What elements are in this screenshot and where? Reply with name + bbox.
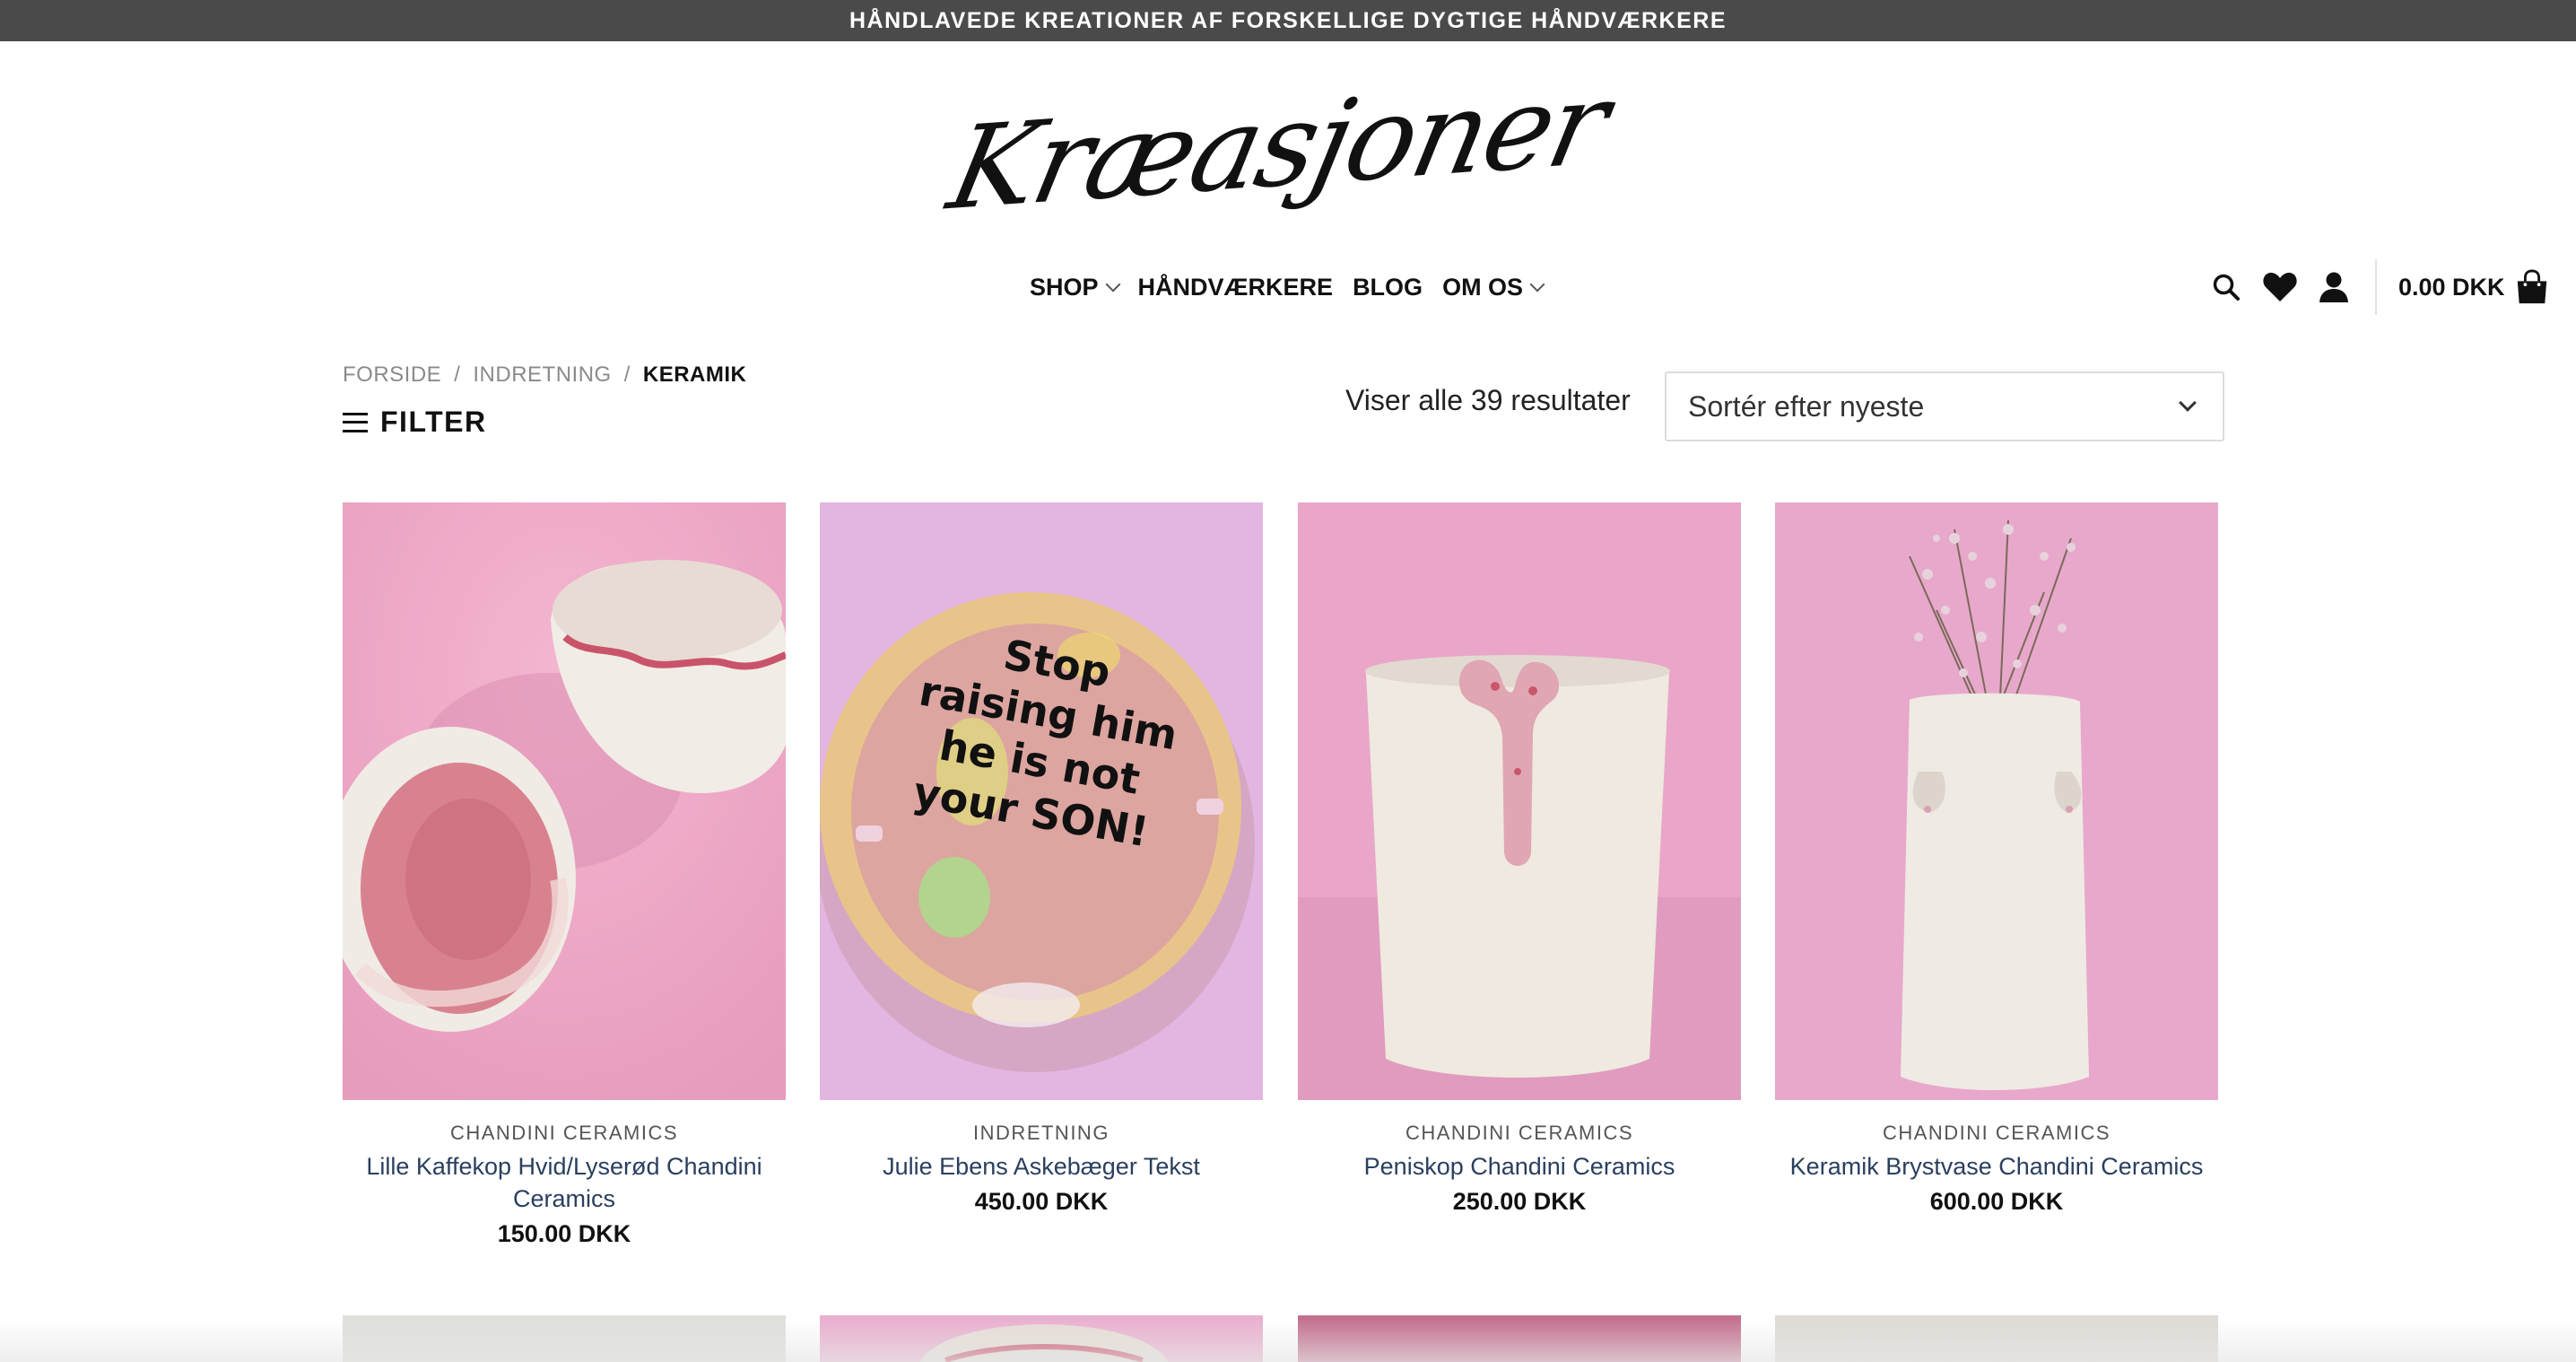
- sort-selected: Sortér efter nyeste: [1688, 389, 1925, 423]
- product-image[interactable]: [1775, 502, 2218, 1100]
- filter-label: FILTER: [380, 406, 487, 438]
- product-image[interactable]: [343, 1315, 786, 1362]
- product-price: 250.00 DKK: [1452, 1188, 1587, 1215]
- nav-item-haandvaerkere[interactable]: HÅNDVÆRKERE: [1138, 274, 1334, 301]
- product-card[interactable]: CHANDINI CERAMICS Keramik Brystvase Chan…: [1775, 502, 2218, 1216]
- sort-select[interactable]: Sortér efter nyeste: [1665, 371, 2224, 441]
- nav-label-haandvaerkere: HÅNDVÆRKERE: [1137, 273, 1334, 301]
- product-image[interactable]: [1775, 1315, 2218, 1362]
- chevron-down-icon: [1105, 276, 1121, 292]
- product-image[interactable]: [343, 502, 786, 1100]
- chevron-down-icon: [2179, 394, 2197, 412]
- product-image[interactable]: [820, 1315, 1263, 1362]
- product-card[interactable]: CHANDINI CERAMICS Lille Kaffekop Hvid/Ly…: [343, 502, 786, 1248]
- announcement-text: HÅNDLAVEDE KREATIONER AF FORSKELLIGE DYG…: [849, 7, 1727, 33]
- breadcrumb-item-forside[interactable]: FORSIDE: [343, 362, 441, 388]
- search-icon[interactable]: [2208, 269, 2244, 305]
- product-image[interactable]: [1298, 502, 1741, 1100]
- product-category[interactable]: CHANDINI CERAMICS: [1298, 1122, 1741, 1145]
- nav-item-shop[interactable]: SHOP: [1030, 273, 1121, 301]
- breadcrumb-item-indretning[interactable]: INDRETNING: [473, 362, 611, 388]
- nav-item-om-os[interactable]: OM OS: [1442, 273, 1545, 301]
- product-image[interactable]: [1298, 1315, 1741, 1362]
- product-name[interactable]: Lille Kaffekop Hvid/Lyserød Chandini Cer…: [343, 1150, 786, 1215]
- logo-text: Kræasjoner: [938, 57, 1618, 236]
- breadcrumb-item-current: KERAMIK: [642, 362, 747, 387]
- product-price: 150.00 DKK: [497, 1220, 631, 1247]
- product-card[interactable]: CHANDINI CERAMICS Peniskop Chandini Cera…: [1298, 502, 1741, 1216]
- main-nav: SHOP HÅNDVÆRKERE BLOG OM OS: [1030, 266, 1562, 309]
- announcement-bar: HÅNDLAVEDE KREATIONER AF FORSKELLIGE DYG…: [0, 0, 2576, 41]
- product-category[interactable]: CHANDINI CERAMICS: [343, 1122, 786, 1145]
- site-logo[interactable]: Kræasjoner: [939, 52, 1618, 240]
- chevron-down-icon: [1529, 276, 1545, 292]
- user-icon[interactable]: [2316, 269, 2352, 305]
- header-actions: 0.00 DKK: [2208, 259, 2550, 315]
- nav-item-blog[interactable]: BLOG: [1353, 274, 1423, 301]
- nav-label-blog: BLOG: [1353, 273, 1423, 301]
- product-price: 450.00 DKK: [974, 1188, 1109, 1215]
- nav-label-shop: SHOP: [1030, 273, 1099, 301]
- product-image[interactable]: Stop raising him he is not your SON!: [820, 502, 1263, 1100]
- shopping-bag-icon[interactable]: [2514, 269, 2550, 305]
- result-count: Viser alle 39 resultater: [1345, 384, 1631, 416]
- heart-icon[interactable]: [2262, 269, 2298, 305]
- product-category[interactable]: CHANDINI CERAMICS: [1775, 1122, 2218, 1145]
- breadcrumb-separator: /: [454, 362, 461, 387]
- menu-icon: [343, 412, 368, 432]
- breadcrumb: FORSIDE / INDRETNING / KERAMIK: [343, 362, 746, 388]
- breadcrumb-separator: /: [623, 362, 631, 387]
- product-category[interactable]: INDRETNING: [820, 1122, 1263, 1145]
- product-name[interactable]: Keramik Brystvase Chandini Ceramics: [1775, 1150, 2218, 1183]
- product-name[interactable]: Julie Ebens Askebæger Tekst: [820, 1150, 1263, 1183]
- cart-total[interactable]: 0.00 DKK: [2398, 274, 2505, 301]
- filter-button[interactable]: FILTER: [343, 406, 487, 439]
- product-name[interactable]: Peniskop Chandini Ceramics: [1298, 1150, 1741, 1183]
- product-price: 600.00 DKK: [1929, 1188, 2064, 1215]
- product-card[interactable]: Stop raising him he is not your SON! IND…: [820, 502, 1263, 1216]
- nav-label-om-os: OM OS: [1442, 273, 1524, 301]
- header-divider: [2375, 259, 2377, 315]
